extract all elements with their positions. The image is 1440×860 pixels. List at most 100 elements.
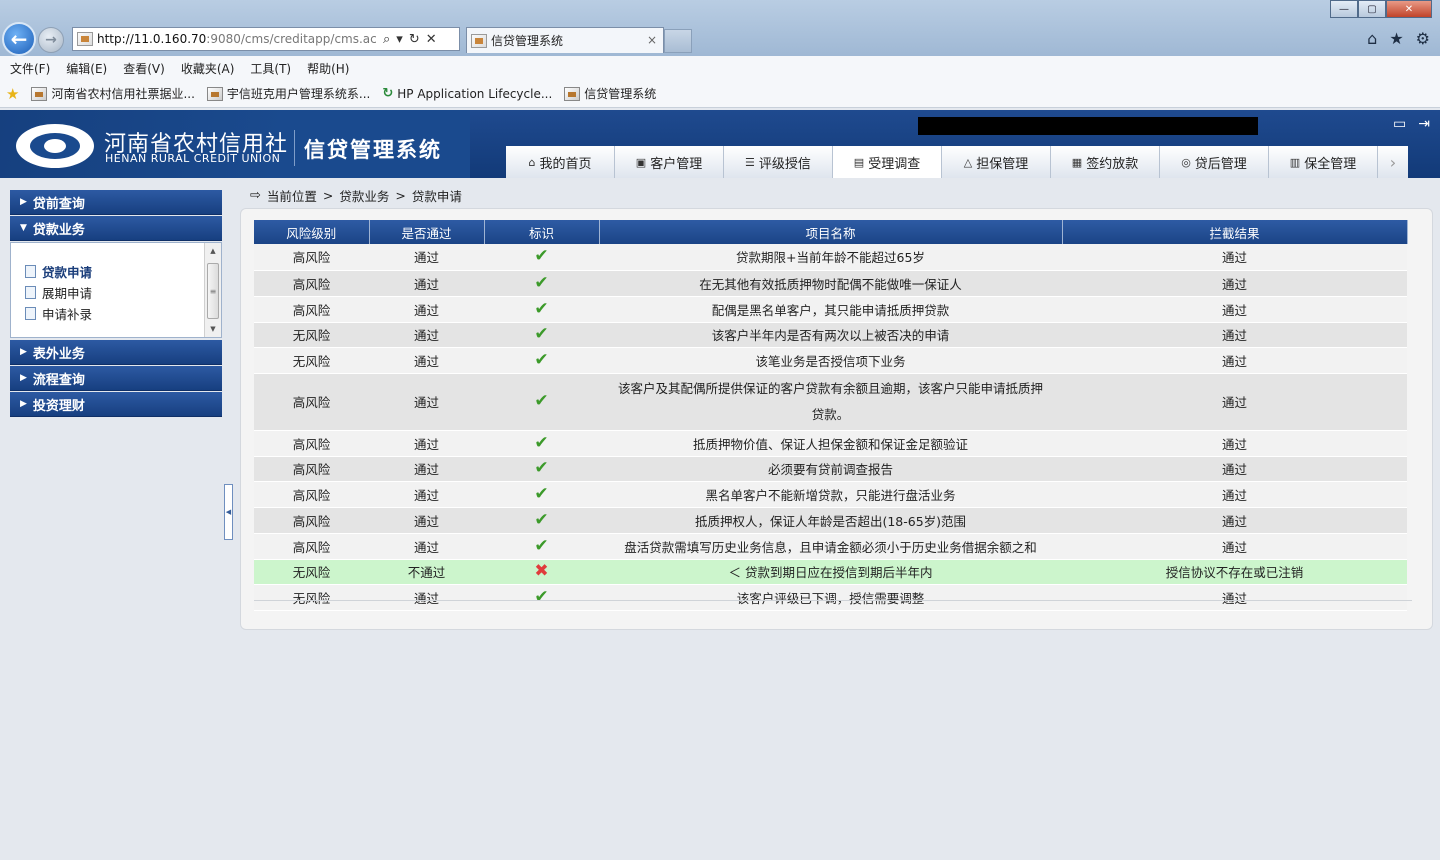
address-bar[interactable]: http://11.0.160.70:9080/cms/creditapp/cm… bbox=[72, 27, 460, 51]
forward-button[interactable]: → bbox=[38, 27, 64, 53]
system-name: 信贷管理系统 bbox=[304, 138, 442, 162]
table-row: 无风险 通过 ✔ 该客户半年内是否有两次以上被否决的申请 通过 bbox=[254, 322, 1407, 348]
section-label: 贷款业务 bbox=[32, 222, 85, 238]
page-icon bbox=[77, 32, 93, 46]
stop-icon[interactable]: ✕ bbox=[426, 32, 437, 47]
cell-pass: 通过 bbox=[369, 507, 484, 534]
nav-postloan[interactable]: ◎ 贷后管理 bbox=[1160, 146, 1269, 178]
window-controls: — ▢ ✕ bbox=[1330, 0, 1432, 18]
favorite-item[interactable]: 宇信班克用户管理系统系... bbox=[206, 85, 370, 102]
sidebar-link-loan-apply[interactable]: 贷款申请 bbox=[25, 261, 221, 282]
cell-pass: 通过 bbox=[369, 322, 484, 348]
col-result: 拦截结果 bbox=[1062, 220, 1408, 244]
checkmark-icon: ✔ bbox=[534, 246, 549, 267]
scroll-up-icon[interactable]: ▲ bbox=[205, 243, 221, 259]
cell-item-name: 该客户评级已下调，授信需要调整 bbox=[599, 584, 1062, 611]
org-name-en: HENAN RURAL CREDIT UNION bbox=[105, 152, 281, 165]
home-icon[interactable]: ⌂ bbox=[1367, 29, 1377, 48]
redacted-user-info bbox=[918, 117, 1258, 135]
triangle-down-icon: ▼ bbox=[20, 223, 27, 233]
sidebar-section-process-query[interactable]: ▶ 流程查询 bbox=[10, 366, 222, 391]
close-window-button[interactable]: ✕ bbox=[1386, 0, 1432, 18]
sidebar-section-investment[interactable]: ▶ 投资理财 bbox=[10, 392, 222, 417]
nav-contract[interactable]: ▦ 签约放款 bbox=[1051, 146, 1160, 178]
nav-customer[interactable]: ▣ 客户管理 bbox=[615, 146, 724, 178]
sidebar-link-extension-apply[interactable]: 展期申请 bbox=[25, 282, 221, 303]
nav-label: 保全管理 bbox=[1304, 156, 1357, 172]
document-icon bbox=[25, 286, 36, 299]
cell-risk: 高风险 bbox=[254, 481, 369, 508]
cell-item-name: 黑名单客户不能新增贷款，只能进行盘活业务 bbox=[599, 481, 1062, 508]
cell-pass: 通过 bbox=[369, 373, 484, 431]
cell-risk: 高风险 bbox=[254, 296, 369, 323]
cell-result: 通过 bbox=[1062, 456, 1407, 482]
nav-scroll-right-button[interactable]: › bbox=[1378, 146, 1408, 178]
table-row: 高风险 通过 ✔ 必须要有贷前调查报告 通过 bbox=[254, 456, 1407, 482]
scroll-thumb[interactable]: ≡ bbox=[207, 263, 219, 319]
scroll-down-icon[interactable]: ▼ bbox=[205, 321, 221, 337]
table-header-row: 风险级别 是否通过 标识 项目名称 拦截结果 bbox=[254, 220, 1408, 244]
add-favorite-star-icon[interactable]: ★ bbox=[6, 85, 19, 103]
url-text[interactable]: http://11.0.160.70:9080/cms/creditapp/cm… bbox=[97, 32, 377, 46]
favorite-item[interactable]: 信贷管理系统 bbox=[564, 85, 656, 102]
cell-result: 通过 bbox=[1062, 322, 1407, 348]
nav-guarantee[interactable]: △ 担保管理 bbox=[942, 146, 1051, 178]
cell-risk: 无风险 bbox=[254, 559, 369, 585]
tab-close-button[interactable]: × bbox=[647, 33, 657, 47]
new-tab-button[interactable] bbox=[664, 29, 692, 53]
favorite-item[interactable]: 河南省农村信用社票据业... bbox=[31, 85, 195, 102]
cell-risk: 高风险 bbox=[254, 533, 369, 560]
nav-label: 客户管理 bbox=[650, 156, 703, 172]
checkmark-icon: ✔ bbox=[534, 458, 549, 478]
nav-label: 我的首页 bbox=[539, 156, 592, 172]
menu-tools[interactable]: 工具(T) bbox=[250, 60, 291, 77]
checkmark-icon: ✔ bbox=[534, 432, 549, 453]
settings-gear-icon[interactable]: ⚙ bbox=[1416, 29, 1430, 48]
cell-risk: 无风险 bbox=[254, 322, 369, 348]
minimize-button[interactable]: — bbox=[1330, 0, 1358, 18]
nav-preservation[interactable]: ▥ 保全管理 bbox=[1269, 146, 1378, 178]
sidebar-section-preloan-query[interactable]: ▶ 贷前查询 bbox=[10, 190, 222, 215]
menu-help[interactable]: 帮助(H) bbox=[307, 60, 349, 77]
breadcrumb-level1[interactable]: 贷款业务 bbox=[339, 186, 389, 205]
back-button[interactable]: ← bbox=[2, 22, 36, 56]
cell-item-name: 抵质押物价值、保证人担保金额和保证金足额验证 bbox=[599, 430, 1062, 457]
favorite-label: HP Application Lifecycle... bbox=[397, 86, 553, 101]
sidebar-collapse-handle[interactable]: ◀ bbox=[224, 484, 233, 540]
search-icon[interactable]: ⌕ bbox=[383, 32, 390, 47]
favorites-star-icon[interactable]: ★ bbox=[1389, 29, 1403, 48]
monitor-icon[interactable]: ▭ bbox=[1393, 116, 1406, 132]
browser-tab[interactable]: 信贷管理系统 × bbox=[466, 27, 664, 53]
sidebar-section-off-balance[interactable]: ▶ 表外业务 bbox=[10, 340, 222, 365]
sidebar-section-loan-business[interactable]: ▼ 贷款业务 bbox=[10, 216, 222, 241]
cell-pass: 通过 bbox=[369, 481, 484, 508]
sidebar-scrollbar[interactable]: ▲ ≡ ▼ bbox=[204, 243, 221, 337]
cell-item-name: 必须要有贷前调查报告 bbox=[599, 456, 1062, 482]
chevron-left-icon: ◀ bbox=[225, 508, 232, 516]
compat-view-icon[interactable]: ▾ bbox=[396, 32, 403, 47]
col-item-name: 项目名称 bbox=[599, 220, 1063, 244]
chevron-right-icon: › bbox=[1389, 152, 1397, 172]
logout-icon[interactable]: ⇥ bbox=[1418, 116, 1430, 132]
arrow-right-icon: → bbox=[45, 32, 57, 48]
favorite-item[interactable]: ↻ HP Application Lifecycle... bbox=[382, 86, 552, 101]
nav-survey[interactable]: ▤ 受理调查 bbox=[833, 146, 942, 178]
sidebar-link-supplement[interactable]: 申请补录 bbox=[25, 303, 221, 324]
menu-view[interactable]: 查看(V) bbox=[123, 60, 165, 77]
postloan-icon: ◎ bbox=[1181, 155, 1191, 169]
rating-icon: ☰ bbox=[745, 155, 755, 169]
menu-edit[interactable]: 编辑(E) bbox=[66, 60, 107, 77]
menu-favorites[interactable]: 收藏夹(A) bbox=[181, 60, 235, 77]
cross-icon: ✖ bbox=[534, 561, 549, 581]
link-label: 申请补录 bbox=[42, 307, 93, 322]
col-risk-level: 风险级别 bbox=[254, 220, 370, 244]
nav-home[interactable]: ⌂ 我的首页 bbox=[506, 146, 615, 178]
refresh-icon[interactable]: ↻ bbox=[409, 32, 420, 47]
nav-rating[interactable]: ☰ 评级授信 bbox=[724, 146, 833, 178]
section-label: 表外业务 bbox=[32, 346, 85, 362]
menu-file[interactable]: 文件(F) bbox=[10, 60, 50, 77]
item-name-line1: 该客户及其配偶所提供保证的客户贷款有余额且逾期，该客户只能申请抵质押 bbox=[617, 380, 1043, 396]
checkmark-icon: ✔ bbox=[534, 483, 549, 504]
maximize-button[interactable]: ▢ bbox=[1358, 0, 1386, 18]
cell-risk: 高风险 bbox=[254, 373, 369, 431]
